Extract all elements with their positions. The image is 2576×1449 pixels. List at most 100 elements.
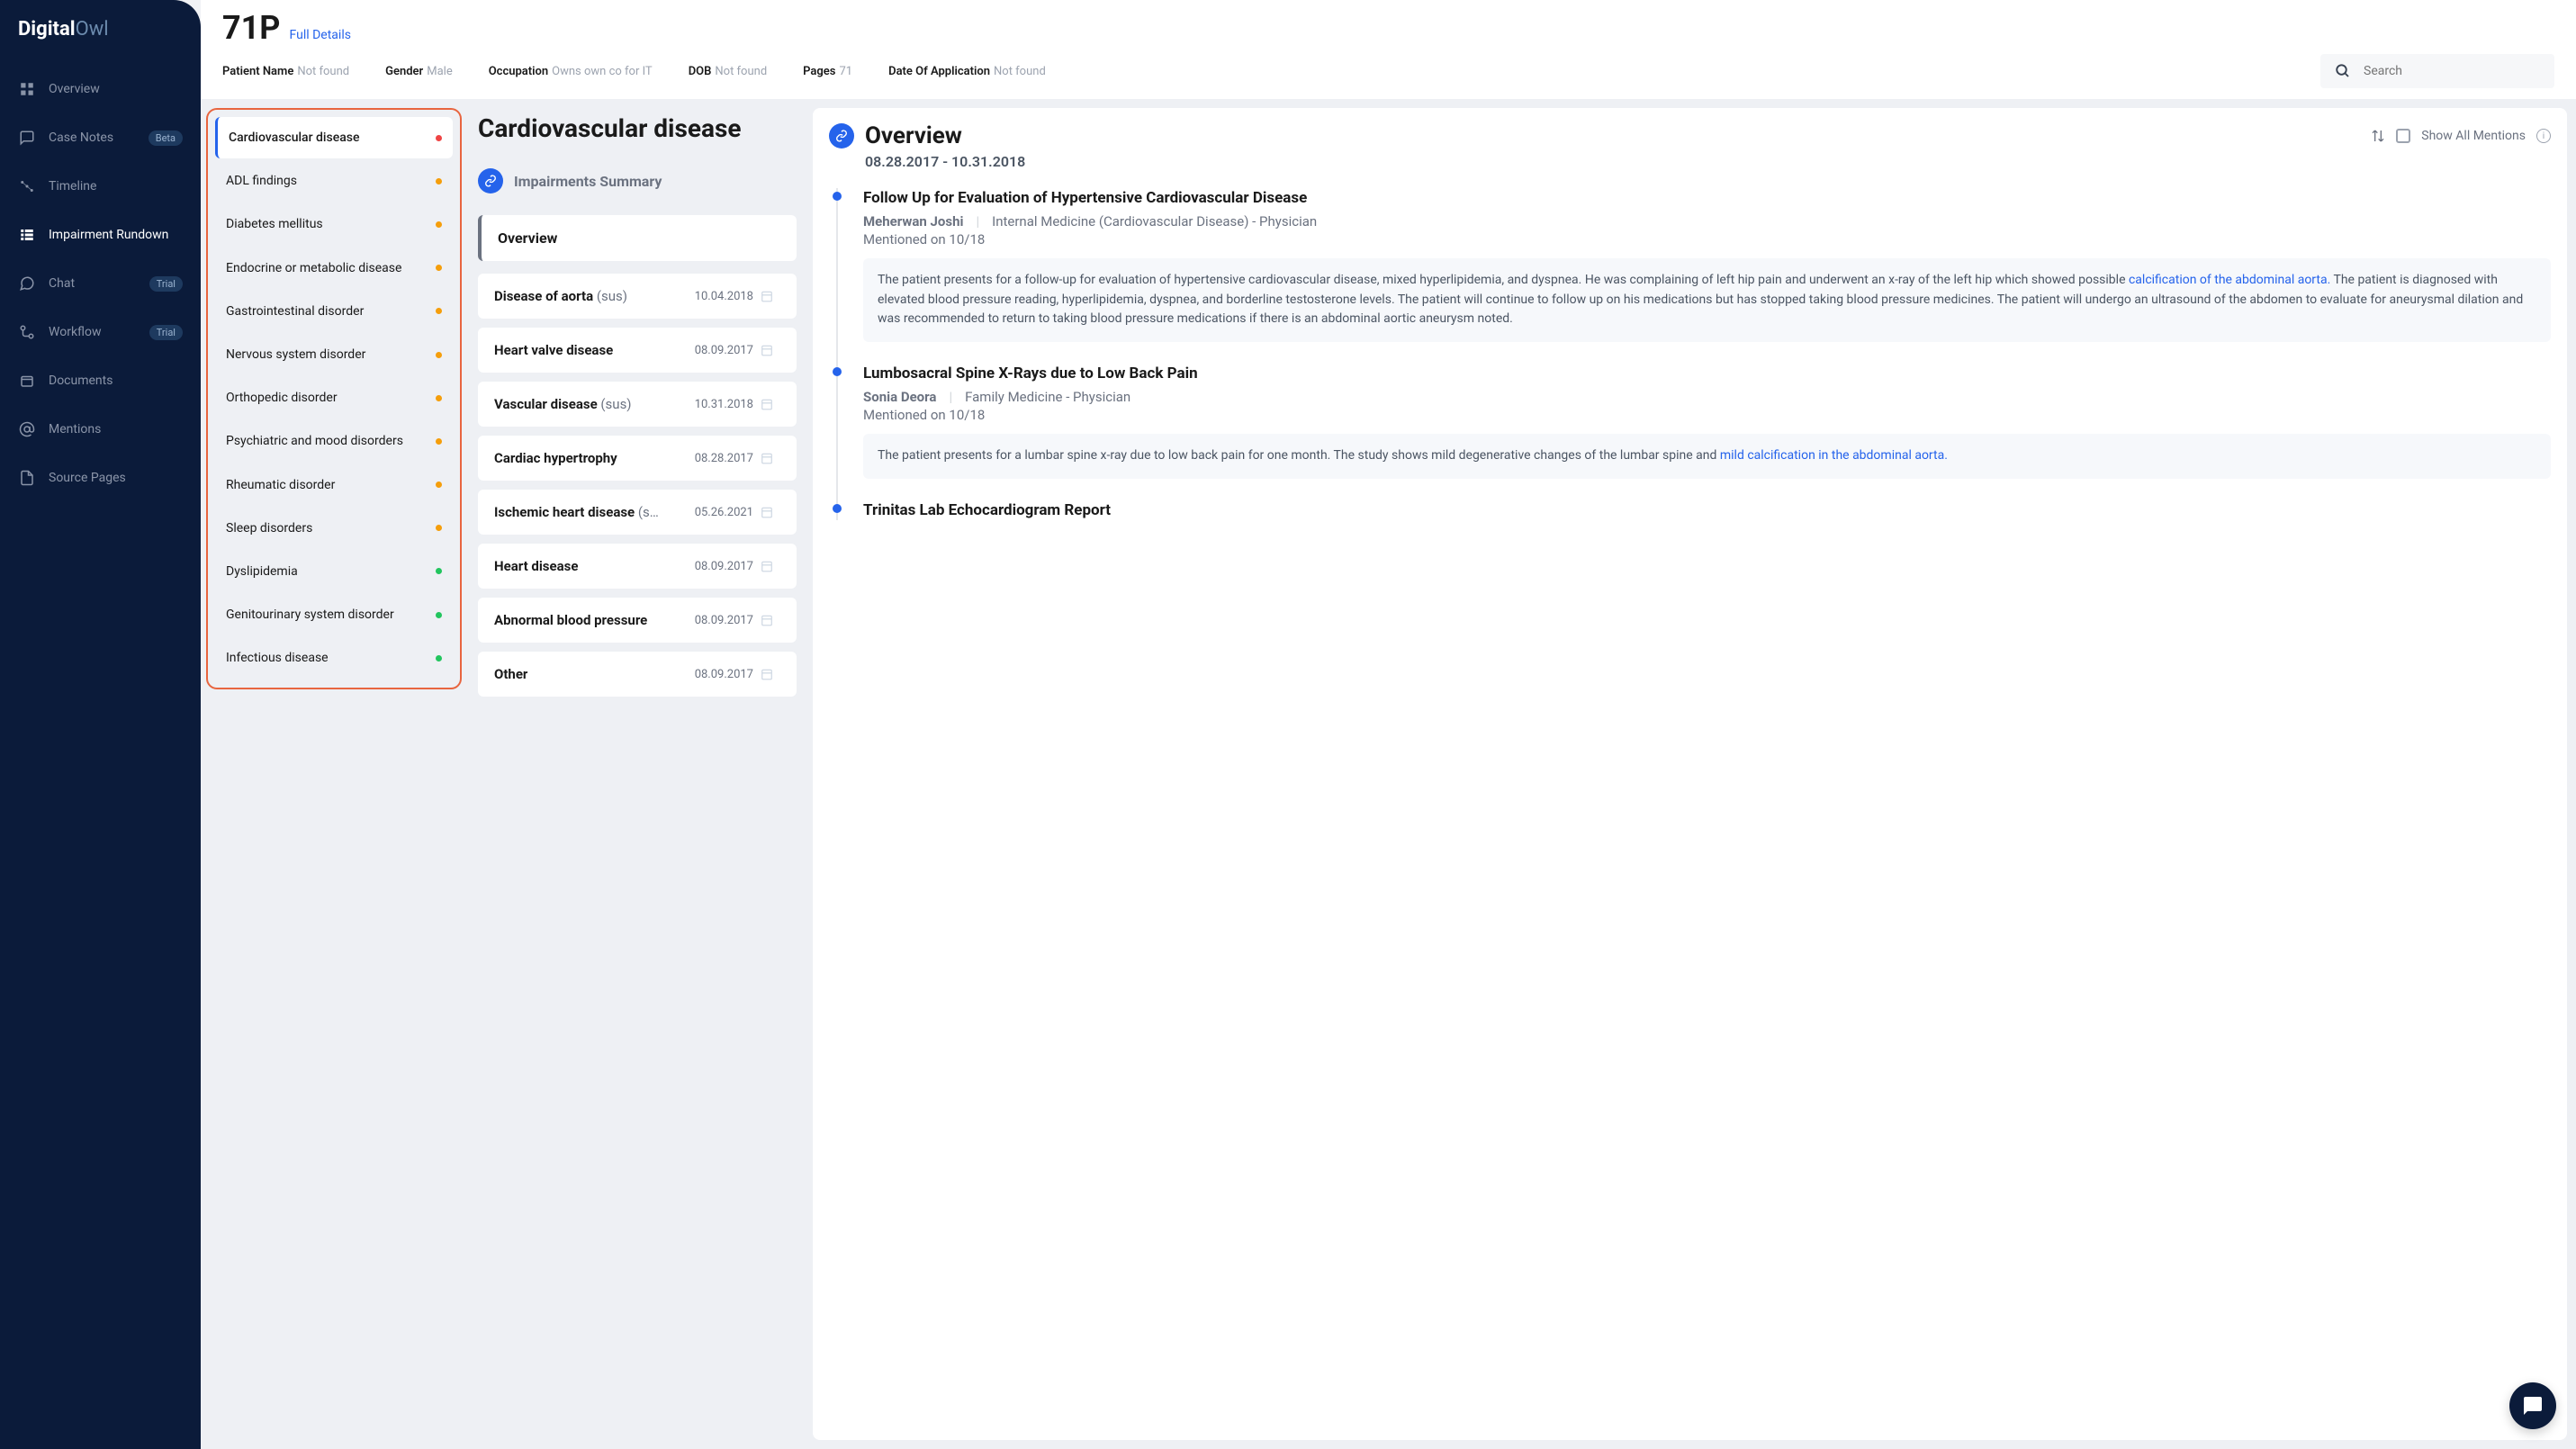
search-box[interactable] (2320, 54, 2554, 88)
calendar-icon (761, 344, 773, 356)
nav-chat[interactable]: ChatTrial (7, 262, 194, 305)
mentioned-on: Mentioned on 10/18 (863, 407, 2551, 423)
pages-icon (18, 469, 36, 487)
event-note: The patient presents for a lumbar spine … (863, 434, 2551, 479)
condition-item[interactable]: Abnormal blood pressure08.09.2017 (478, 598, 797, 643)
condition-item[interactable]: Heart disease 08.09.2017 (478, 544, 797, 589)
nav-overview[interactable]: Overview (7, 68, 194, 111)
sort-icon[interactable] (2371, 129, 2385, 143)
status-dot (436, 612, 442, 618)
nav-mentions[interactable]: Mentions (7, 408, 194, 451)
chat-icon (18, 274, 36, 292)
impairment-item[interactable]: Gastrointestinal disorder (215, 291, 453, 332)
status-dot (436, 482, 442, 488)
calendar-icon (761, 290, 773, 302)
calendar-icon (761, 668, 773, 680)
condition-item[interactable]: Cardiac hypertrophy08.28.2017 (478, 436, 797, 481)
nav-source-pages[interactable]: Source Pages (7, 456, 194, 500)
impairment-item[interactable]: Infectious disease (215, 637, 453, 679)
overview-card[interactable]: Overview (478, 215, 797, 261)
impairment-item[interactable]: Sleep disorders (215, 508, 453, 549)
nav-documents[interactable]: Documents (7, 359, 194, 402)
condition-item[interactable]: Disease of aorta (sus) 10.04.2018 (478, 274, 797, 319)
nav-case-notes[interactable]: Case NotesBeta (7, 116, 194, 159)
nav-label: Documents (49, 374, 113, 388)
nav-label: Case Notes (49, 130, 113, 145)
status-dot (436, 178, 442, 184)
nav-label: Mentions (49, 422, 101, 436)
show-all-checkbox[interactable] (2396, 129, 2410, 143)
impairment-label: Nervous system disorder (226, 346, 365, 363)
impairment-item[interactable]: Rheumatic disorder (215, 464, 453, 506)
calendar-icon (761, 506, 773, 518)
meta-date-of-application: Date Of ApplicationNot found (888, 65, 1046, 78)
info-icon[interactable]: i (2536, 129, 2551, 143)
impairment-item[interactable]: Psychiatric and mood disorders (215, 420, 453, 462)
impairment-list-panel: Cardiovascular disease ADL findings Diabet… (201, 99, 462, 1449)
condition-item[interactable]: Vascular disease (sus)10.31.2018 (478, 382, 797, 427)
impairment-label: ADL findings (226, 173, 297, 189)
meta-occupation: OccupationOwns own co for IT (489, 65, 653, 78)
nav-timeline[interactable]: Timeline (7, 165, 194, 208)
condition-item[interactable]: Ischemic heart disease (s…05.26.2021 (478, 490, 797, 535)
event-title: Lumbosacral Spine X-Rays due to Low Back… (863, 364, 2551, 383)
condition-item[interactable]: Heart valve disease 08.09.2017 (478, 328, 797, 373)
nav-label: Source Pages (49, 471, 126, 485)
condition-item[interactable]: Other08.09.2017 (478, 652, 797, 697)
timeline-event: Follow Up for Evaluation of Hypertensive… (863, 188, 2551, 342)
condition-date: 08.09.2017 (695, 560, 753, 573)
impairment-label: Endocrine or metabolic disease (226, 260, 401, 276)
logo: DigitalOwl (0, 0, 201, 68)
grid-icon (18, 80, 36, 98)
full-details-link[interactable]: Full Details (290, 28, 351, 42)
condition-name: Cardiac hypertrophy (494, 450, 617, 466)
status-dot (436, 308, 442, 314)
status-dot (436, 135, 442, 141)
impairment-item[interactable]: Nervous system disorder (215, 334, 453, 375)
search-input[interactable] (2364, 64, 2540, 78)
calendar-icon (761, 452, 773, 464)
timeline-icon (18, 177, 36, 195)
impairment-item[interactable]: Endocrine or metabolic disease (215, 248, 453, 289)
condition-date: 10.04.2018 (695, 290, 753, 303)
status-dot (436, 221, 442, 228)
status-dot (436, 352, 442, 358)
event-title: Follow Up for Evaluation of Hypertensive… (863, 188, 2551, 208)
overview-panel: Overview Show All Mentions i 08.28.2017 … (813, 108, 2567, 1440)
docs-icon (18, 372, 36, 390)
condition-name: Other (494, 666, 527, 682)
impairment-item[interactable]: ADL findings (215, 160, 453, 202)
condition-name: Heart disease (494, 558, 578, 574)
meta-dob: DOBNot found (689, 65, 767, 78)
impairment-label: Diabetes mellitus (226, 216, 323, 232)
nav-badge: Trial (149, 325, 183, 340)
meta-patient-name: Patient NameNot found (222, 65, 349, 78)
chat-fab[interactable] (2509, 1382, 2556, 1429)
status-dot (436, 265, 442, 271)
impairment-label: Gastrointestinal disorder (226, 303, 364, 320)
status-dot (436, 655, 442, 662)
timeline-event: Lumbosacral Spine X-Rays due to Low Back… (863, 364, 2551, 479)
section-title: Impairments Summary (514, 173, 662, 190)
impairment-label: Infectious disease (226, 650, 329, 666)
nav-workflow[interactable]: WorkflowTrial (7, 310, 194, 354)
condition-name: Heart valve disease (494, 342, 613, 358)
calendar-icon (761, 614, 773, 626)
nav-impairment-rundown[interactable]: Impairment Rundown (7, 213, 194, 256)
impairment-item[interactable]: Diabetes mellitus (215, 203, 453, 245)
meta-gender: GenderMale (385, 65, 453, 78)
nav-badge: Trial (149, 276, 183, 292)
impairment-item[interactable]: Orthopedic disorder (215, 377, 453, 418)
highlight-link[interactable]: mild calcification in the abdominal aort… (1720, 448, 1948, 463)
doctor-spec: Family Medicine - Physician (965, 389, 1130, 405)
condition-date: 08.09.2017 (695, 344, 753, 357)
notes-icon (18, 129, 36, 147)
impairment-item[interactable]: Dyslipidemia (215, 551, 453, 592)
summary-panel: Cardiovascular disease Impairments Summa… (462, 99, 813, 1449)
condition-name: Disease of aorta (sus) (494, 288, 627, 304)
event-note: The patient presents for a follow-up for… (863, 258, 2551, 342)
impairment-item[interactable]: Cardiovascular disease (215, 117, 453, 158)
highlight-link[interactable]: calcification of the abdominal aorta. (2129, 273, 2330, 287)
impairment-item[interactable]: Genitourinary system disorder (215, 594, 453, 635)
condition-date: 08.09.2017 (695, 614, 753, 627)
